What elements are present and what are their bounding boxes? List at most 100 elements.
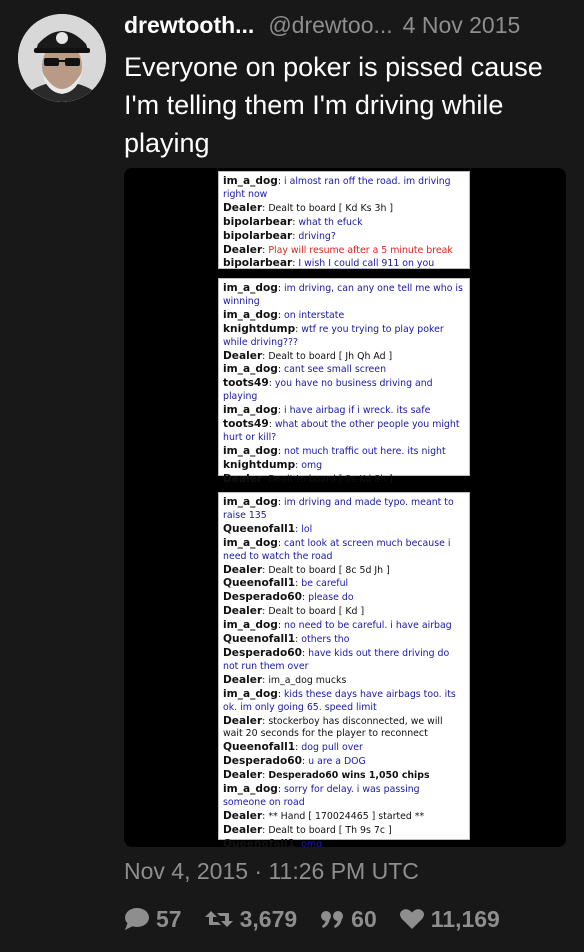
chat-speaker: im_a_dog [223,687,278,700]
chat-line: Queenofall1: be careful [223,577,349,590]
chat-line: Dealer: im_a_dog mucks [223,673,347,686]
chat-line: im_a_dog: not much traffic out here. its… [223,444,446,457]
chat-line: im_a_dog: on interstate [223,308,345,321]
quote-count: 60 [351,905,377,932]
chat-speaker: Dealer [223,673,263,686]
chat-speaker: Desperado60 [223,646,303,659]
chat-speaker: im_a_dog [223,175,278,187]
chat-speaker: Dealer [223,472,263,485]
chat-message: not much traffic out here. its night [284,445,446,457]
chat-message: please do [308,592,354,604]
chat-line: im_a_dog: im driving and made typo. mean… [223,496,454,521]
chat-message: Play will resume after a 5 minute break [268,244,453,256]
chat-line: Desperado60: have kids out there driving… [223,646,450,672]
speech-bubble-icon [125,908,149,930]
chat-speaker: knightdump [223,458,296,471]
chat-speaker: im_a_dog [223,536,278,549]
avatar-image [18,14,106,102]
avatar[interactable] [18,14,106,102]
chat-speaker: im_a_dog [223,282,278,294]
display-name[interactable]: drewtooth... [124,12,254,38]
chat-message: be careful [301,578,349,590]
chat-line: Dealer: ** Hand [ 170024465 ] started ** [223,809,425,822]
tweet-stats: 57 3,679 60 11,169 [124,902,574,936]
chat-box-1: im_a_dog: i almost ran off the road. im … [218,171,470,269]
chat-line: Dealer: stockerboy has disconnected, we … [223,714,443,740]
chat-speaker: Queenofall1 [223,522,296,535]
chat-speaker: Dealer [223,605,263,618]
chat-line: im_a_dog: kids these days have airbags t… [223,687,456,713]
chat-line: im_a_dog: no need to be careful. i have … [223,619,452,632]
chat-speaker: knightdump [223,322,296,335]
tweet-timestamp[interactable]: Nov 4, 2015 · 11:26 PM UTC [124,858,419,885]
chat-message: dog pull over [301,742,363,754]
chat-line: Desperado60: u are a DOG [223,755,366,768]
chat-speaker: toots49 [223,418,269,431]
chat-line: bipolarbear: what th efuck [223,215,363,228]
tweet-text: Everyone on poker is pissed cause I'm te… [124,52,543,158]
retweet-stat[interactable]: 3,679 [204,905,298,933]
username-handle[interactable]: @drewtoo... [268,12,392,38]
chat-line: im_a_dog: i almost ran off the road. im … [223,175,451,200]
chat-line: bipolarbear: I wish I could call 911 on … [223,257,435,270]
chat-line: Queenofall1: dog pull over [223,741,363,754]
chat-line: im_a_dog: cant see small screen [223,363,387,376]
chat-line: knightdump: omg [223,458,323,471]
chat-speaker: Dealer [223,201,263,214]
chat-speaker: Queenofall1 [223,837,296,847]
chat-speaker: bipolarbear [223,229,293,242]
chat-line: im_a_dog: sorry for delay. i was passing… [223,783,420,808]
chat-speaker: im_a_dog [223,783,278,796]
chat-speaker: Queenofall1 [223,741,296,754]
chat-message: I wish I could call 911 on you [298,258,435,270]
chat-line: Dealer: Dealt to board [ Th 9s 7c ] [223,823,392,836]
chat-message: Dealt to board [ Kd ] [268,606,365,618]
chat-speaker: Dealer [223,714,263,727]
chat-message: others tho [301,634,350,646]
chat-box-2: im_a_dog: im driving, can any one tell m… [218,278,470,485]
chat-message: what th efuck [298,216,363,228]
chat-speaker: im_a_dog [223,363,278,376]
chat-line: Desperado60: please do [223,591,354,604]
chat-speaker: bipolarbear [223,257,293,270]
chat-message: Dealt to board [ Jh Qh Ad ] [268,350,393,362]
chat-message: driving? [298,230,336,242]
chat-message: Dealt to board [ Th 9s 7c ] [268,824,392,836]
chat-message: u are a DOG [308,756,366,768]
chat-line: Dealer: Dealt to board [ 8c 5d Jh ] [223,563,390,576]
chat-speaker: toots49 [223,377,269,390]
chat-message: on interstate [284,309,345,321]
chat-speaker: Dealer [223,823,263,836]
chat-line: im_a_dog: cant look at screen much becau… [223,536,451,562]
chat-message: Dealt to board [ 8c 5d Jh ] [268,564,390,576]
chat-speaker: bipolarbear [223,215,293,228]
like-stat[interactable]: 11,169 [399,906,500,933]
chat-line: Dealer: Dealt to board [ Kd Ks 3h ] [223,201,394,214]
chat-speaker: Queenofall1 [223,577,296,590]
chat-speaker: Dealer [223,243,263,256]
chat-line: Queenofall1: others tho [223,633,350,646]
chat-message: i have airbag if i wreck. its safe [284,405,431,417]
chat-message: no need to be careful. i have airbag [284,620,452,632]
tweet-date[interactable]: 4 Nov 2015 [403,12,521,38]
chat-speaker: Dealer [223,809,263,822]
chat-line: toots49: you have no business driving an… [223,377,433,403]
like-count: 11,169 [430,905,500,932]
chat-line: Dealer: Play will resume after a 5 minut… [223,243,453,256]
chat-speaker: im_a_dog [223,308,278,321]
tweet-image[interactable]: im_a_dog: i almost ran off the road. im … [124,168,566,847]
chat-speaker: im_a_dog [223,496,278,508]
chat-message: omg [301,459,323,471]
chat-message: cant see small screen [284,364,387,376]
reply-stat[interactable]: 57 [124,906,182,933]
chat-line: bipolarbear: driving? [223,229,336,242]
quote-icon [321,911,344,928]
chat-message: im_a_dog mucks [268,674,347,686]
chat-speaker: Desperado60 [223,755,303,768]
chat-message: Desperado60 wins 1,050 chips [268,770,430,782]
retweet-count: 3,679 [239,905,298,932]
quote-stat[interactable]: 60 [319,906,377,933]
retweet-icon [204,911,233,927]
chat-message: Dealt to board [ 9s Kd 8h ] [268,473,393,485]
chat-line: toots49: what about the other people you… [223,418,460,443]
